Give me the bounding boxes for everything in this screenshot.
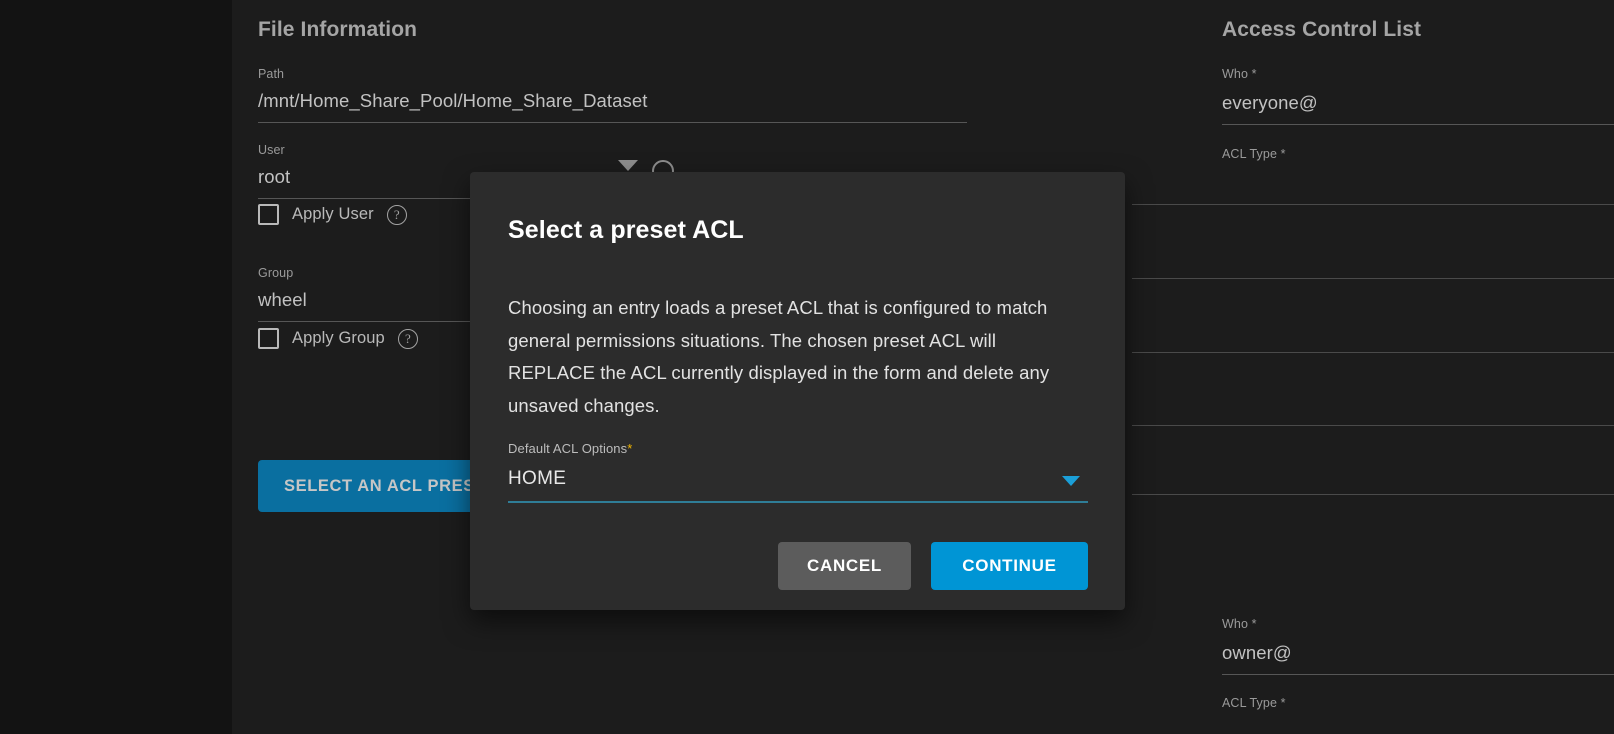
left-gutter bbox=[0, 0, 232, 734]
path-value[interactable]: /mnt/Home_Share_Pool/Home_Share_Dataset bbox=[258, 88, 648, 114]
default-acl-options-underline bbox=[508, 501, 1088, 503]
acl-divider bbox=[1132, 425, 1614, 426]
user-value[interactable]: root bbox=[258, 164, 290, 190]
default-acl-options-label: Default ACL Options* bbox=[508, 441, 632, 456]
chevron-down-icon[interactable] bbox=[1062, 476, 1080, 486]
user-label: User bbox=[258, 143, 285, 158]
continue-button[interactable]: CONTINUE bbox=[931, 542, 1088, 590]
app-screen: File Information Path /mnt/Home_Share_Po… bbox=[0, 0, 1614, 734]
dialog-actions: CANCEL CONTINUE bbox=[470, 542, 1125, 590]
apply-group-help-icon[interactable]: ? bbox=[398, 329, 418, 349]
acl-entry-2-type-label: ACL Type * bbox=[1222, 696, 1286, 711]
acl-entry-2-who-underline bbox=[1222, 674, 1614, 675]
path-underline bbox=[258, 122, 967, 123]
required-marker: * bbox=[627, 441, 632, 456]
acl-entry-1-who-value[interactable]: everyone@ bbox=[1222, 90, 1318, 116]
apply-group-row[interactable]: Apply Group ? bbox=[258, 328, 418, 349]
group-value[interactable]: wheel bbox=[258, 287, 307, 313]
access-control-list-title: Access Control List bbox=[1222, 18, 1421, 42]
apply-group-label: Apply Group bbox=[292, 329, 385, 348]
apply-user-help-icon[interactable]: ? bbox=[387, 205, 407, 225]
apply-group-checkbox[interactable] bbox=[258, 328, 279, 349]
select-preset-acl-dialog: Select a preset ACL Choosing an entry lo… bbox=[470, 172, 1125, 610]
acl-entry-2-who-value[interactable]: owner@ bbox=[1222, 640, 1292, 666]
acl-divider bbox=[1132, 204, 1614, 205]
file-information-title: File Information bbox=[258, 18, 417, 42]
apply-user-checkbox[interactable] bbox=[258, 204, 279, 225]
path-label: Path bbox=[258, 67, 284, 82]
group-label: Group bbox=[258, 266, 293, 281]
default-acl-options-label-text: Default ACL Options bbox=[508, 441, 627, 456]
acl-divider bbox=[1132, 352, 1614, 353]
acl-divider bbox=[1132, 494, 1614, 495]
acl-entry-2-who-label: Who * bbox=[1222, 617, 1257, 632]
acl-entry-1-type-label: ACL Type * bbox=[1222, 147, 1286, 162]
apply-user-row[interactable]: Apply User ? bbox=[258, 204, 407, 225]
acl-entry-1-who-label: Who * bbox=[1222, 67, 1257, 82]
dialog-title: Select a preset ACL bbox=[508, 216, 744, 245]
dialog-description: Choosing an entry loads a preset ACL tha… bbox=[508, 292, 1084, 422]
default-acl-options-select[interactable]: HOME bbox=[508, 468, 566, 490]
acl-divider bbox=[1132, 278, 1614, 279]
apply-user-label: Apply User bbox=[292, 205, 374, 224]
user-chevron-down-icon[interactable] bbox=[618, 160, 638, 171]
acl-entry-1-who-underline bbox=[1222, 124, 1614, 125]
cancel-button[interactable]: CANCEL bbox=[778, 542, 911, 590]
